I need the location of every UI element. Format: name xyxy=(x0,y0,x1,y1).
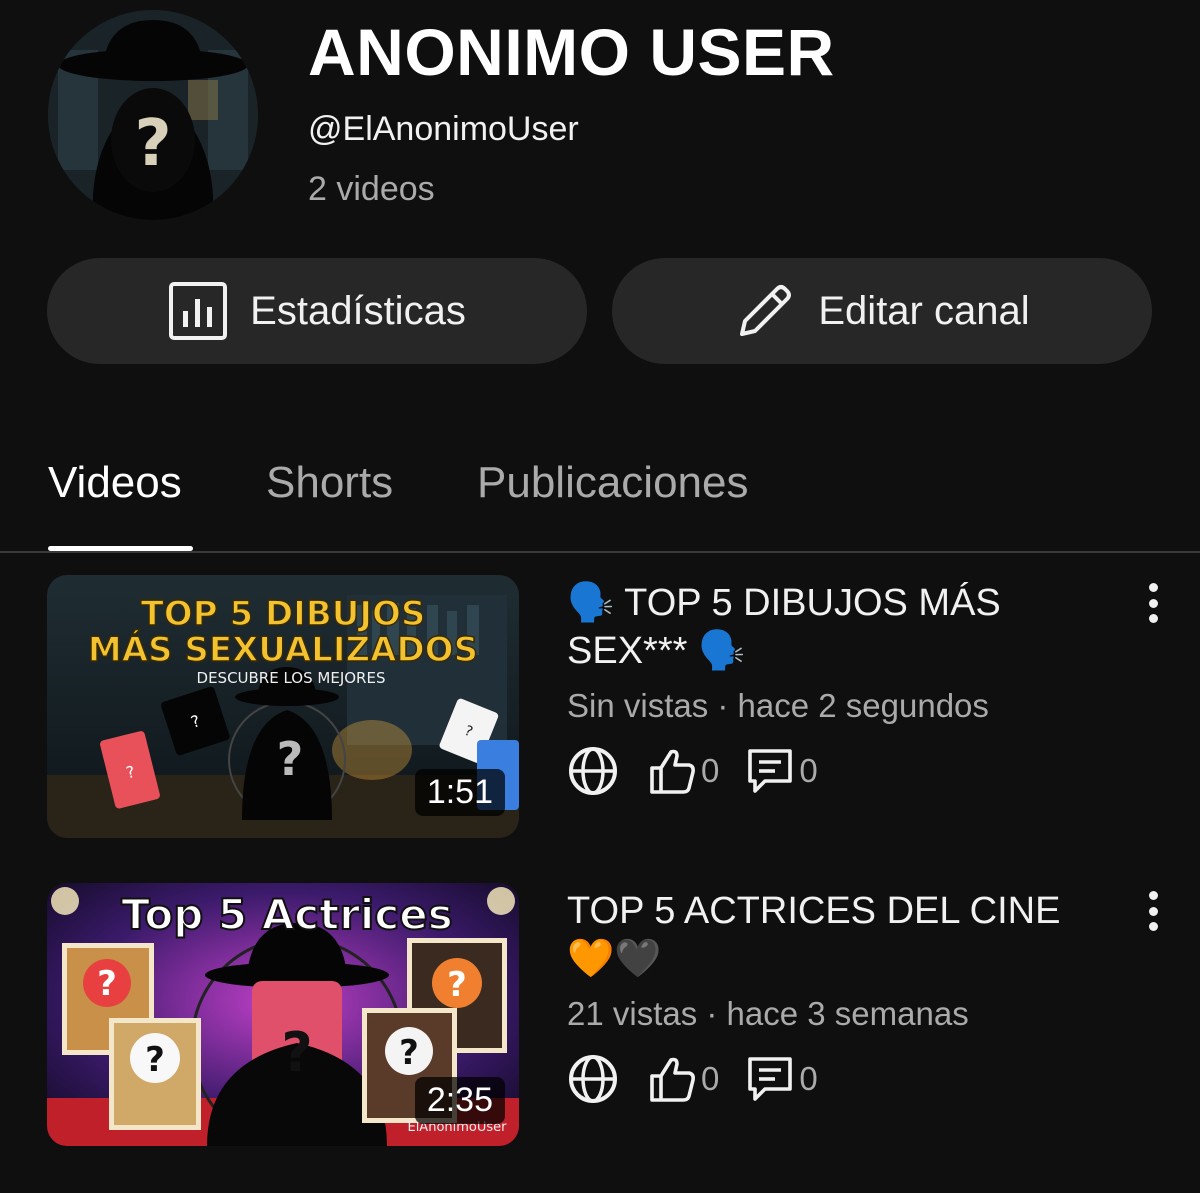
globe-icon[interactable] xyxy=(567,1053,619,1105)
video-duration: 1:51 xyxy=(414,769,505,816)
svg-text:?: ? xyxy=(447,965,467,1005)
video-list-item: ? ? ? ? ? Top 5 Actrices ElAnonimoUser 2… xyxy=(0,883,1200,1148)
stats-button-label: Estadísticas xyxy=(250,288,466,333)
thumb-subtitle: DESCUBRE LOS MEJORES xyxy=(197,669,386,687)
edit-channel-button-label: Editar canal xyxy=(818,288,1030,333)
stats-button[interactable]: Estadísticas xyxy=(47,258,587,364)
svg-text:?: ? xyxy=(281,1021,312,1084)
video-stats: 0 0 xyxy=(567,745,818,797)
tab-shorts[interactable]: Shorts xyxy=(266,458,393,508)
video-list-item: ? ? ? ? TOP 5 DIBUJOS MÁS SEXUALIZADOS D… xyxy=(0,575,1200,840)
channel-avatar[interactable]: ? xyxy=(48,10,258,220)
comment-icon[interactable] xyxy=(745,1054,795,1104)
pencil-icon xyxy=(734,280,796,342)
tabs-divider xyxy=(0,551,1200,553)
tab-publicaciones[interactable]: Publicaciones xyxy=(477,458,749,508)
video-meta: Sin vistas · hace 2 segundos xyxy=(567,687,989,724)
svg-text:?: ? xyxy=(97,964,117,1004)
thumbs-up-icon[interactable] xyxy=(647,1054,697,1104)
comment-icon[interactable] xyxy=(745,746,795,796)
kebab-menu-icon[interactable] xyxy=(1138,891,1168,931)
video-stats: 0 0 xyxy=(567,1053,818,1105)
channel-handle: @ElAnonimoUser xyxy=(308,110,579,148)
edit-channel-button[interactable]: Editar canal xyxy=(612,258,1152,364)
avatar-image: ? xyxy=(48,10,258,220)
thumb-title-line1: Top 5 Actrices xyxy=(121,890,452,939)
thumb-title-line1: TOP 5 DIBUJOS xyxy=(141,594,426,634)
globe-icon[interactable] xyxy=(567,745,619,797)
video-thumbnail[interactable]: ? ? ? ? ? Top 5 Actrices ElAnonimoUser 2… xyxy=(47,883,519,1146)
video-duration: 2:35 xyxy=(414,1077,505,1124)
thumbs-up-icon[interactable] xyxy=(647,746,697,796)
svg-text:?: ? xyxy=(277,732,304,786)
channel-tabs: Videos Shorts Publicaciones xyxy=(0,440,1200,553)
video-title[interactable]: TOP 5 ACTRICES DEL CINE 🧡🖤 xyxy=(567,887,1107,983)
likes-count: 0 xyxy=(701,1060,720,1097)
comments-count: 0 xyxy=(799,1060,818,1097)
channel-name: ANONIMO USER xyxy=(308,15,835,89)
svg-text:?: ? xyxy=(145,1040,165,1080)
thumb-title-line2: MÁS SEXUALIZADOS xyxy=(88,629,478,670)
video-title[interactable]: 🗣️ TOP 5 DIBUJOS MÁS SEX*** 🗣️ xyxy=(567,579,1107,675)
video-thumbnail[interactable]: ? ? ? ? TOP 5 DIBUJOS MÁS SEXUALIZADOS D… xyxy=(47,575,519,838)
video-count: 2 videos xyxy=(308,170,435,208)
likes-count: 0 xyxy=(701,752,720,789)
svg-text:?: ? xyxy=(399,1033,419,1073)
video-meta: 21 vistas · hace 3 semanas xyxy=(567,995,969,1032)
tab-videos[interactable]: Videos xyxy=(48,458,182,508)
comments-count: 0 xyxy=(799,752,818,789)
kebab-menu-icon[interactable] xyxy=(1138,583,1168,623)
svg-text:?: ? xyxy=(134,107,171,181)
bar-chart-icon xyxy=(168,281,228,341)
